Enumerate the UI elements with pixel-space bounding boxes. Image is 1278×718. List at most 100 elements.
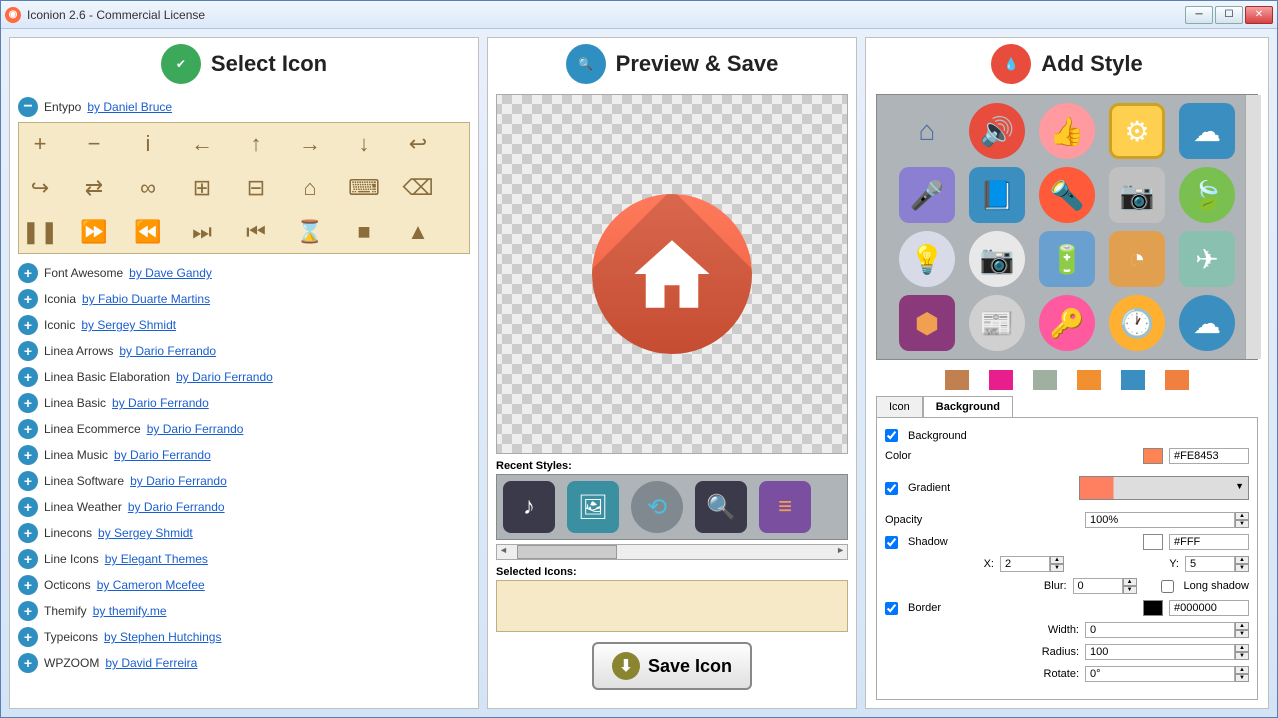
previous-icon[interactable]: ⏮: [243, 219, 269, 245]
style-preset[interactable]: ⌂: [899, 103, 955, 159]
plus-icon[interactable]: +: [27, 131, 53, 157]
minus-square-icon[interactable]: ⊟: [243, 175, 269, 201]
recent-style-item[interactable]: ⟲: [631, 481, 683, 533]
expand-button[interactable]: +: [18, 549, 38, 569]
minimize-button[interactable]: ─: [1185, 6, 1213, 24]
style-preset[interactable]: ◔: [1109, 231, 1165, 287]
color-swatch[interactable]: [1143, 448, 1163, 464]
style-preset[interactable]: ☁: [1179, 295, 1235, 351]
hourglass-icon[interactable]: ⌛: [297, 219, 323, 245]
style-preset[interactable]: ⬢: [899, 295, 955, 351]
expand-button[interactable]: +: [18, 393, 38, 413]
gradient-checkbox[interactable]: [885, 482, 898, 495]
redo-icon[interactable]: ↪: [27, 175, 53, 201]
set-author-link[interactable]: by Stephen Hutchings: [104, 630, 221, 644]
expand-button[interactable]: +: [18, 445, 38, 465]
expand-button[interactable]: +: [18, 601, 38, 621]
color-swatch[interactable]: [1033, 370, 1057, 390]
style-preset[interactable]: 🔦: [1039, 167, 1095, 223]
recent-style-item[interactable]: ≡: [759, 481, 811, 533]
icon-sets-list[interactable]: − Entypo by Daniel Bruce +−i←↑→↓↩↪⇄∞⊞⊟⌂⌨…: [10, 90, 478, 708]
blur-input[interactable]: [1073, 578, 1123, 594]
color-swatch[interactable]: [989, 370, 1013, 390]
style-preset[interactable]: 🔊: [969, 103, 1025, 159]
expand-button[interactable]: +: [18, 341, 38, 361]
set-author-link[interactable]: by Dave Gandy: [129, 266, 212, 280]
color-swatch[interactable]: [945, 370, 969, 390]
return-icon[interactable]: ↩: [405, 131, 431, 157]
maximize-button[interactable]: ☐: [1215, 6, 1243, 24]
style-preset[interactable]: 📷: [969, 231, 1025, 287]
gradient-picker[interactable]: [1079, 476, 1249, 500]
style-preset[interactable]: 📷: [1109, 167, 1165, 223]
color-swatch[interactable]: [1165, 370, 1189, 390]
recent-style-item[interactable]: 🔍: [695, 481, 747, 533]
expand-button[interactable]: +: [18, 497, 38, 517]
style-preset[interactable]: 🕐: [1109, 295, 1165, 351]
long-shadow-checkbox[interactable]: [1161, 580, 1174, 593]
set-author-link[interactable]: by Sergey Shmidt: [81, 318, 176, 332]
set-author-link[interactable]: by Dario Ferrando: [147, 422, 244, 436]
expand-button[interactable]: +: [18, 523, 38, 543]
pause-icon[interactable]: ❚❚: [27, 219, 53, 245]
titlebar[interactable]: ◉ Iconion 2.6 - Commercial License ─ ☐ ✕: [1, 1, 1277, 29]
set-author-link[interactable]: by Dario Ferrando: [128, 500, 225, 514]
expand-button[interactable]: +: [18, 263, 38, 283]
expand-button[interactable]: +: [18, 471, 38, 491]
arrow-down-icon[interactable]: ↓: [351, 131, 377, 157]
set-author-link[interactable]: by Dario Ferrando: [130, 474, 227, 488]
plus-square-icon[interactable]: ⊞: [189, 175, 215, 201]
color-input[interactable]: [1169, 448, 1249, 464]
style-preset[interactable]: 👍: [1039, 103, 1095, 159]
infinity-icon[interactable]: ∞: [135, 175, 161, 201]
style-preset[interactable]: ☁: [1179, 103, 1235, 159]
shadow-color-input[interactable]: [1169, 534, 1249, 550]
shadow-color-swatch[interactable]: [1143, 534, 1163, 550]
expand-button[interactable]: +: [18, 367, 38, 387]
style-preset[interactable]: ✈: [1179, 231, 1235, 287]
style-preset[interactable]: ⚙: [1109, 103, 1165, 159]
style-preset[interactable]: 🍃: [1179, 167, 1235, 223]
set-author-link[interactable]: by Fabio Duarte Martins: [82, 292, 210, 306]
set-author-link[interactable]: by Sergey Shmidt: [98, 526, 193, 540]
shadow-y-input[interactable]: [1185, 556, 1235, 572]
expand-button[interactable]: +: [18, 575, 38, 595]
fast-forward-icon[interactable]: ⏩: [81, 219, 107, 245]
set-author-link[interactable]: by Cameron Mcefee: [97, 578, 205, 592]
arrow-up-icon[interactable]: ↑: [243, 131, 269, 157]
rotate-input[interactable]: [1085, 666, 1235, 682]
border-checkbox[interactable]: [885, 602, 898, 615]
close-button[interactable]: ✕: [1245, 6, 1273, 24]
home-icon[interactable]: ⌂: [297, 175, 323, 201]
shadow-checkbox[interactable]: [885, 536, 898, 549]
set-author-link[interactable]: by Dario Ferrando: [114, 448, 211, 462]
arrow-right-icon[interactable]: →: [297, 131, 323, 157]
set-author-link[interactable]: by Daniel Bruce: [87, 100, 172, 114]
set-author-link[interactable]: by Dario Ferrando: [119, 344, 216, 358]
arrow-left-icon[interactable]: ←: [189, 131, 215, 157]
swap-icon[interactable]: ⇄: [81, 175, 107, 201]
style-preset[interactable]: 🎤: [899, 167, 955, 223]
tab-background[interactable]: Background: [923, 396, 1013, 417]
tab-icon[interactable]: Icon: [876, 396, 923, 417]
border-color-input[interactable]: [1169, 600, 1249, 616]
minus-icon[interactable]: −: [81, 131, 107, 157]
set-author-link[interactable]: by themify.me: [93, 604, 167, 618]
collapse-button[interactable]: −: [18, 97, 38, 117]
border-radius-input[interactable]: [1085, 644, 1235, 660]
set-author-link[interactable]: by Dario Ferrando: [176, 370, 273, 384]
expand-button[interactable]: +: [18, 627, 38, 647]
border-color-swatch[interactable]: [1143, 600, 1163, 616]
style-preset[interactable]: 📰: [969, 295, 1025, 351]
style-preset[interactable]: 🔑: [1039, 295, 1095, 351]
set-author-link[interactable]: by David Ferreira: [105, 656, 197, 670]
stop-icon[interactable]: ■: [351, 219, 377, 245]
shadow-x-input[interactable]: [1000, 556, 1050, 572]
set-author-link[interactable]: by Dario Ferrando: [112, 396, 209, 410]
backspace-icon[interactable]: ⌫: [405, 175, 431, 201]
style-preset[interactable]: 💡: [899, 231, 955, 287]
triangle-up-icon[interactable]: ▲: [405, 219, 431, 245]
color-swatch[interactable]: [1121, 370, 1145, 390]
recent-scrollbar[interactable]: [496, 544, 848, 560]
style-preset[interactable]: 🔋: [1039, 231, 1095, 287]
